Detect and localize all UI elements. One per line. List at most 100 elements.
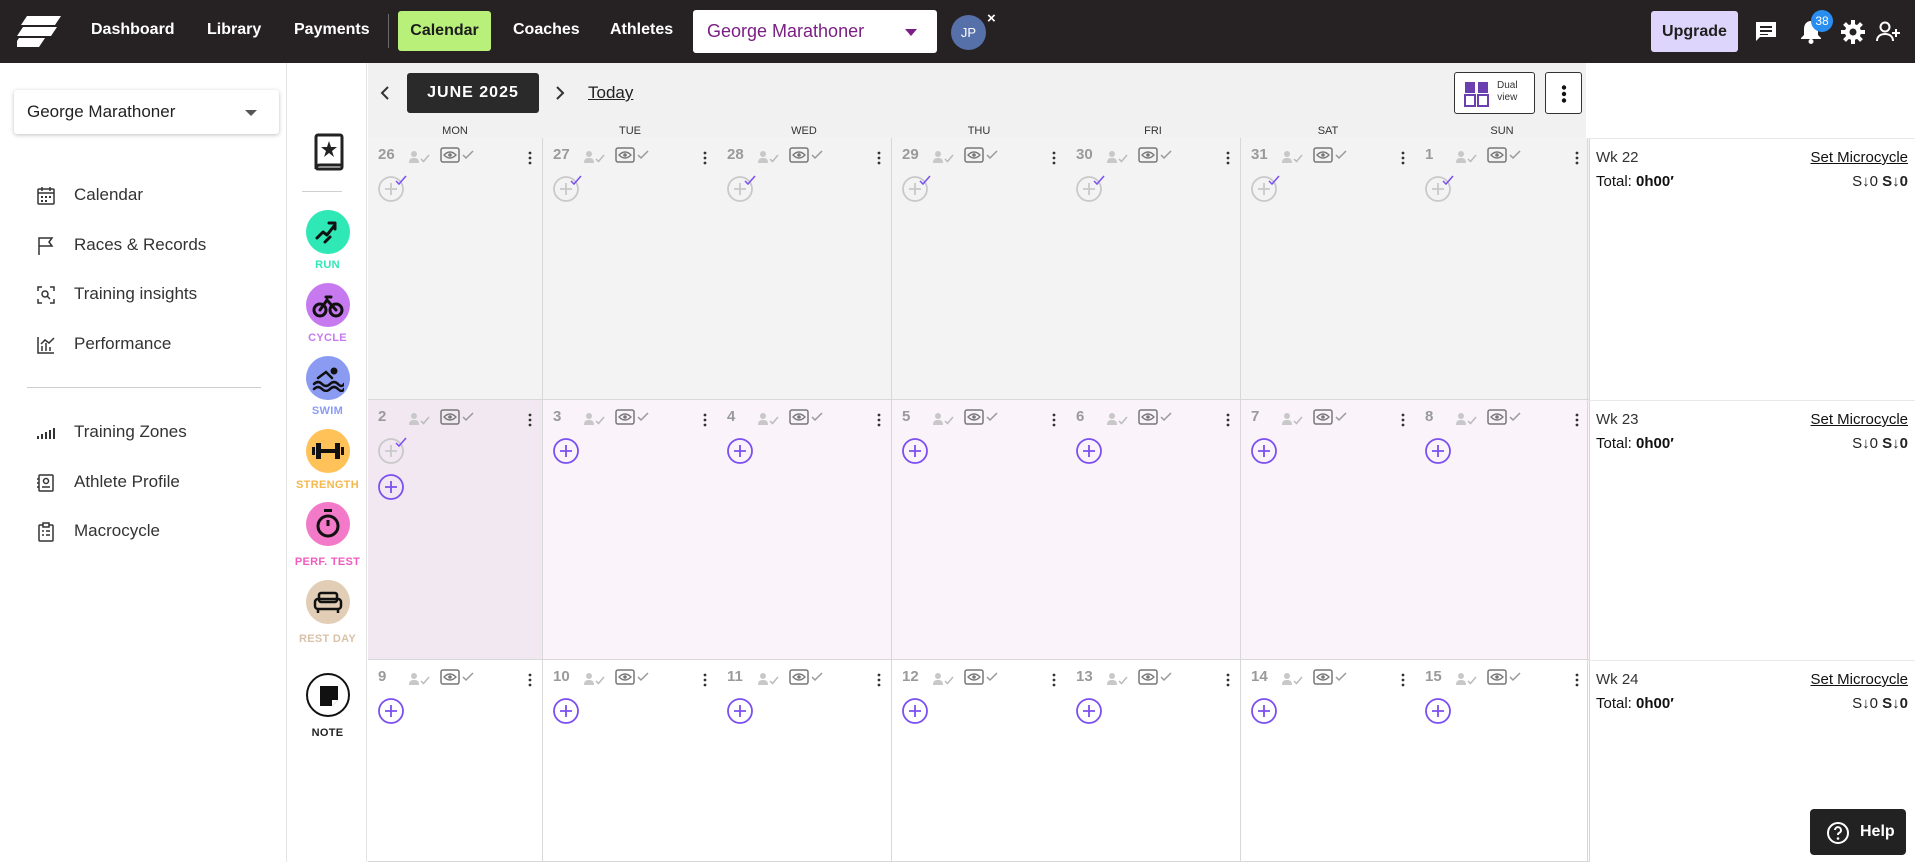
day-more-icon[interactable] [1226, 673, 1230, 687]
calendar-day-cell[interactable]: 15 [1415, 660, 1590, 862]
athlete-check-icon[interactable] [408, 411, 430, 427]
day-more-icon[interactable] [877, 151, 881, 165]
brand-logo-icon[interactable] [17, 16, 61, 48]
calendar-day-cell[interactable]: 12 [892, 660, 1067, 862]
preview-check-icon[interactable] [440, 146, 476, 164]
calendar-day-cell[interactable]: 14 [1241, 660, 1416, 862]
athlete-check-icon[interactable] [1455, 671, 1477, 687]
athlete-select-dropdown[interactable]: George Marathoner [693, 10, 937, 53]
preview-check-icon[interactable] [964, 408, 1000, 426]
add-workout-icon[interactable] [1076, 435, 1106, 465]
add-workout-icon[interactable] [727, 435, 757, 465]
day-more-icon[interactable] [1226, 413, 1230, 427]
preview-check-icon[interactable] [1487, 146, 1523, 164]
preview-check-icon[interactable] [615, 408, 651, 426]
nav-library-link[interactable]: Library [207, 21, 261, 39]
athlete-check-icon[interactable] [1281, 149, 1303, 165]
help-button[interactable]: Help [1810, 809, 1906, 855]
calendar-day-cell[interactable]: 6 [1066, 400, 1241, 660]
user-avatar[interactable]: JP [951, 15, 986, 50]
athlete-check-icon[interactable] [757, 411, 779, 427]
preview-check-icon[interactable] [1313, 408, 1349, 426]
athlete-check-icon[interactable] [408, 671, 430, 687]
preview-check-icon[interactable] [964, 668, 1000, 686]
add-workout-check-icon[interactable] [1425, 173, 1455, 203]
calendar-day-cell[interactable]: 4 [717, 400, 892, 660]
day-more-icon[interactable] [528, 673, 532, 687]
note-button[interactable] [306, 673, 350, 717]
calendar-day-cell[interactable]: 3 [543, 400, 718, 660]
athlete-check-icon[interactable] [932, 149, 954, 165]
athlete-check-icon[interactable] [757, 671, 779, 687]
run-workout-button[interactable] [306, 210, 350, 254]
preview-check-icon[interactable] [964, 146, 1000, 164]
day-more-icon[interactable] [877, 673, 881, 687]
preview-check-icon[interactable] [789, 668, 825, 686]
add-workout-check-icon[interactable] [378, 173, 408, 203]
day-more-icon[interactable] [1575, 151, 1579, 165]
day-more-icon[interactable] [1226, 151, 1230, 165]
athlete-check-icon[interactable] [1106, 671, 1128, 687]
day-more-icon[interactable] [1052, 673, 1056, 687]
chat-icon[interactable] [1754, 20, 1778, 44]
add-workout-icon[interactable] [1076, 695, 1106, 725]
day-more-icon[interactable] [1052, 151, 1056, 165]
calendar-day-cell[interactable]: 29 [892, 138, 1067, 400]
add-workout-icon[interactable] [378, 471, 408, 501]
add-workout-check-icon[interactable] [378, 435, 408, 465]
add-user-icon[interactable] [1876, 20, 1902, 44]
add-workout-icon[interactable] [902, 435, 932, 465]
day-more-icon[interactable] [877, 413, 881, 427]
preview-check-icon[interactable] [615, 668, 651, 686]
calendar-more-menu-button[interactable] [1545, 72, 1582, 114]
preview-check-icon[interactable] [1313, 146, 1349, 164]
day-more-icon[interactable] [1575, 413, 1579, 427]
preview-check-icon[interactable] [1138, 408, 1174, 426]
dual-view-button[interactable]: Dual view [1454, 72, 1535, 114]
day-more-icon[interactable] [1401, 151, 1405, 165]
calendar-day-cell[interactable]: 5 [892, 400, 1067, 660]
preview-check-icon[interactable] [789, 408, 825, 426]
add-workout-check-icon[interactable] [902, 173, 932, 203]
day-more-icon[interactable] [703, 413, 707, 427]
athlete-check-icon[interactable] [1106, 149, 1128, 165]
month-selector-button[interactable]: JUNE 2025 [407, 73, 539, 113]
add-workout-icon[interactable] [553, 695, 583, 725]
set-microcycle-link[interactable]: Set Microcycle [1810, 149, 1908, 166]
calendar-day-cell[interactable]: 27 [543, 138, 718, 400]
nav-athletes-link[interactable]: Athletes [610, 21, 673, 39]
strength-workout-button[interactable] [306, 429, 350, 473]
rest-day-button[interactable] [306, 580, 350, 624]
upgrade-button[interactable]: Upgrade [1651, 11, 1738, 52]
athlete-check-icon[interactable] [1281, 411, 1303, 427]
day-more-icon[interactable] [528, 151, 532, 165]
preview-check-icon[interactable] [1487, 408, 1523, 426]
calendar-day-cell[interactable]: 8 [1415, 400, 1590, 660]
day-more-icon[interactable] [1401, 673, 1405, 687]
nav-coaches-link[interactable]: Coaches [513, 21, 580, 39]
settings-gear-icon[interactable] [1841, 20, 1865, 44]
add-workout-check-icon[interactable] [553, 173, 583, 203]
athlete-check-icon[interactable] [1455, 149, 1477, 165]
preview-check-icon[interactable] [1487, 668, 1523, 686]
athlete-check-icon[interactable] [1281, 671, 1303, 687]
athlete-check-icon[interactable] [1106, 411, 1128, 427]
nav-payments-link[interactable]: Payments [294, 21, 370, 39]
perf-test-button[interactable] [306, 502, 350, 546]
library-book-icon[interactable] [310, 133, 346, 173]
preview-check-icon[interactable] [440, 668, 476, 686]
day-more-icon[interactable] [1052, 413, 1056, 427]
athlete-check-icon[interactable] [932, 671, 954, 687]
calendar-day-cell[interactable]: 9 [368, 660, 543, 862]
swim-workout-button[interactable] [306, 356, 350, 400]
cycle-workout-button[interactable] [306, 283, 350, 327]
prev-month-arrow-icon[interactable] [380, 85, 390, 101]
day-more-icon[interactable] [1401, 413, 1405, 427]
add-workout-check-icon[interactable] [1251, 173, 1281, 203]
set-microcycle-link[interactable]: Set Microcycle [1810, 411, 1908, 428]
calendar-day-cell[interactable]: 30 [1066, 138, 1241, 400]
calendar-day-cell[interactable]: 13 [1066, 660, 1241, 862]
calendar-day-cell[interactable]: 11 [717, 660, 892, 862]
day-more-icon[interactable] [528, 413, 532, 427]
preview-check-icon[interactable] [1138, 146, 1174, 164]
